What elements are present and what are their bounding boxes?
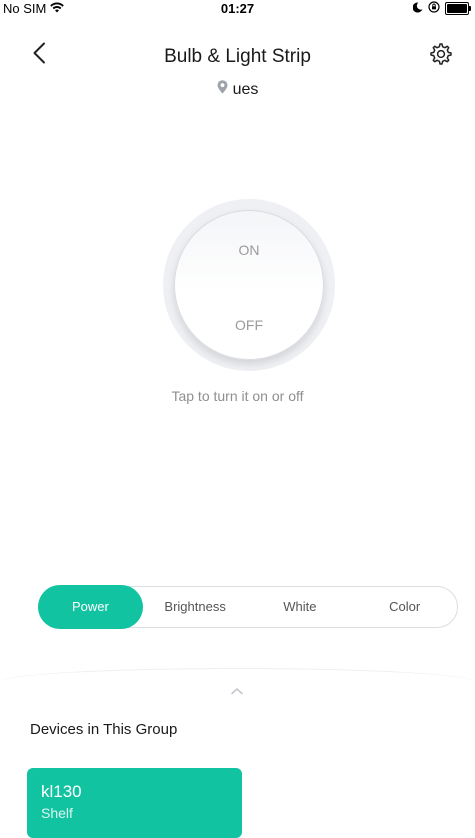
header: Bulb & Light Strip ues: [0, 16, 475, 106]
tab-white[interactable]: White: [248, 585, 353, 629]
toggle-on-label: ON: [238, 242, 260, 258]
page-title: Bulb & Light Strip: [164, 46, 311, 67]
orientation-lock-icon: [428, 1, 440, 16]
device-room: Shelf: [41, 805, 73, 821]
tab-brightness[interactable]: Brightness: [143, 585, 248, 629]
tab-color[interactable]: Color: [352, 585, 457, 629]
location-row: ues: [0, 80, 475, 99]
toggle-off-label: OFF: [235, 317, 263, 333]
toggle-hint: Tap to turn it on or off: [171, 388, 304, 404]
settings-button[interactable]: [427, 42, 455, 70]
device-card[interactable]: kl130 Shelf: [27, 768, 242, 838]
battery-icon: [445, 2, 471, 15]
panel-divider: [0, 668, 475, 682]
device-name: kl130: [41, 782, 82, 801]
status-time: 01:27: [220, 1, 255, 16]
tab-power[interactable]: Power: [38, 584, 143, 629]
moon-icon: [412, 1, 423, 16]
status-bar: No SIM 01:27: [0, 0, 475, 16]
chevron-up-icon: [230, 682, 244, 699]
location-pin-icon: [217, 80, 228, 99]
devices-section-title: Devices in This Group: [30, 721, 178, 738]
gear-icon: [429, 42, 453, 71]
control-tabs: Power Brightness White Color: [38, 584, 458, 629]
power-toggle-knob: ON OFF: [174, 210, 324, 360]
status-right: [412, 1, 471, 16]
power-toggle-button[interactable]: ON OFF: [163, 199, 335, 371]
location-label: ues: [232, 80, 259, 98]
expand-panel-button[interactable]: [230, 682, 244, 695]
